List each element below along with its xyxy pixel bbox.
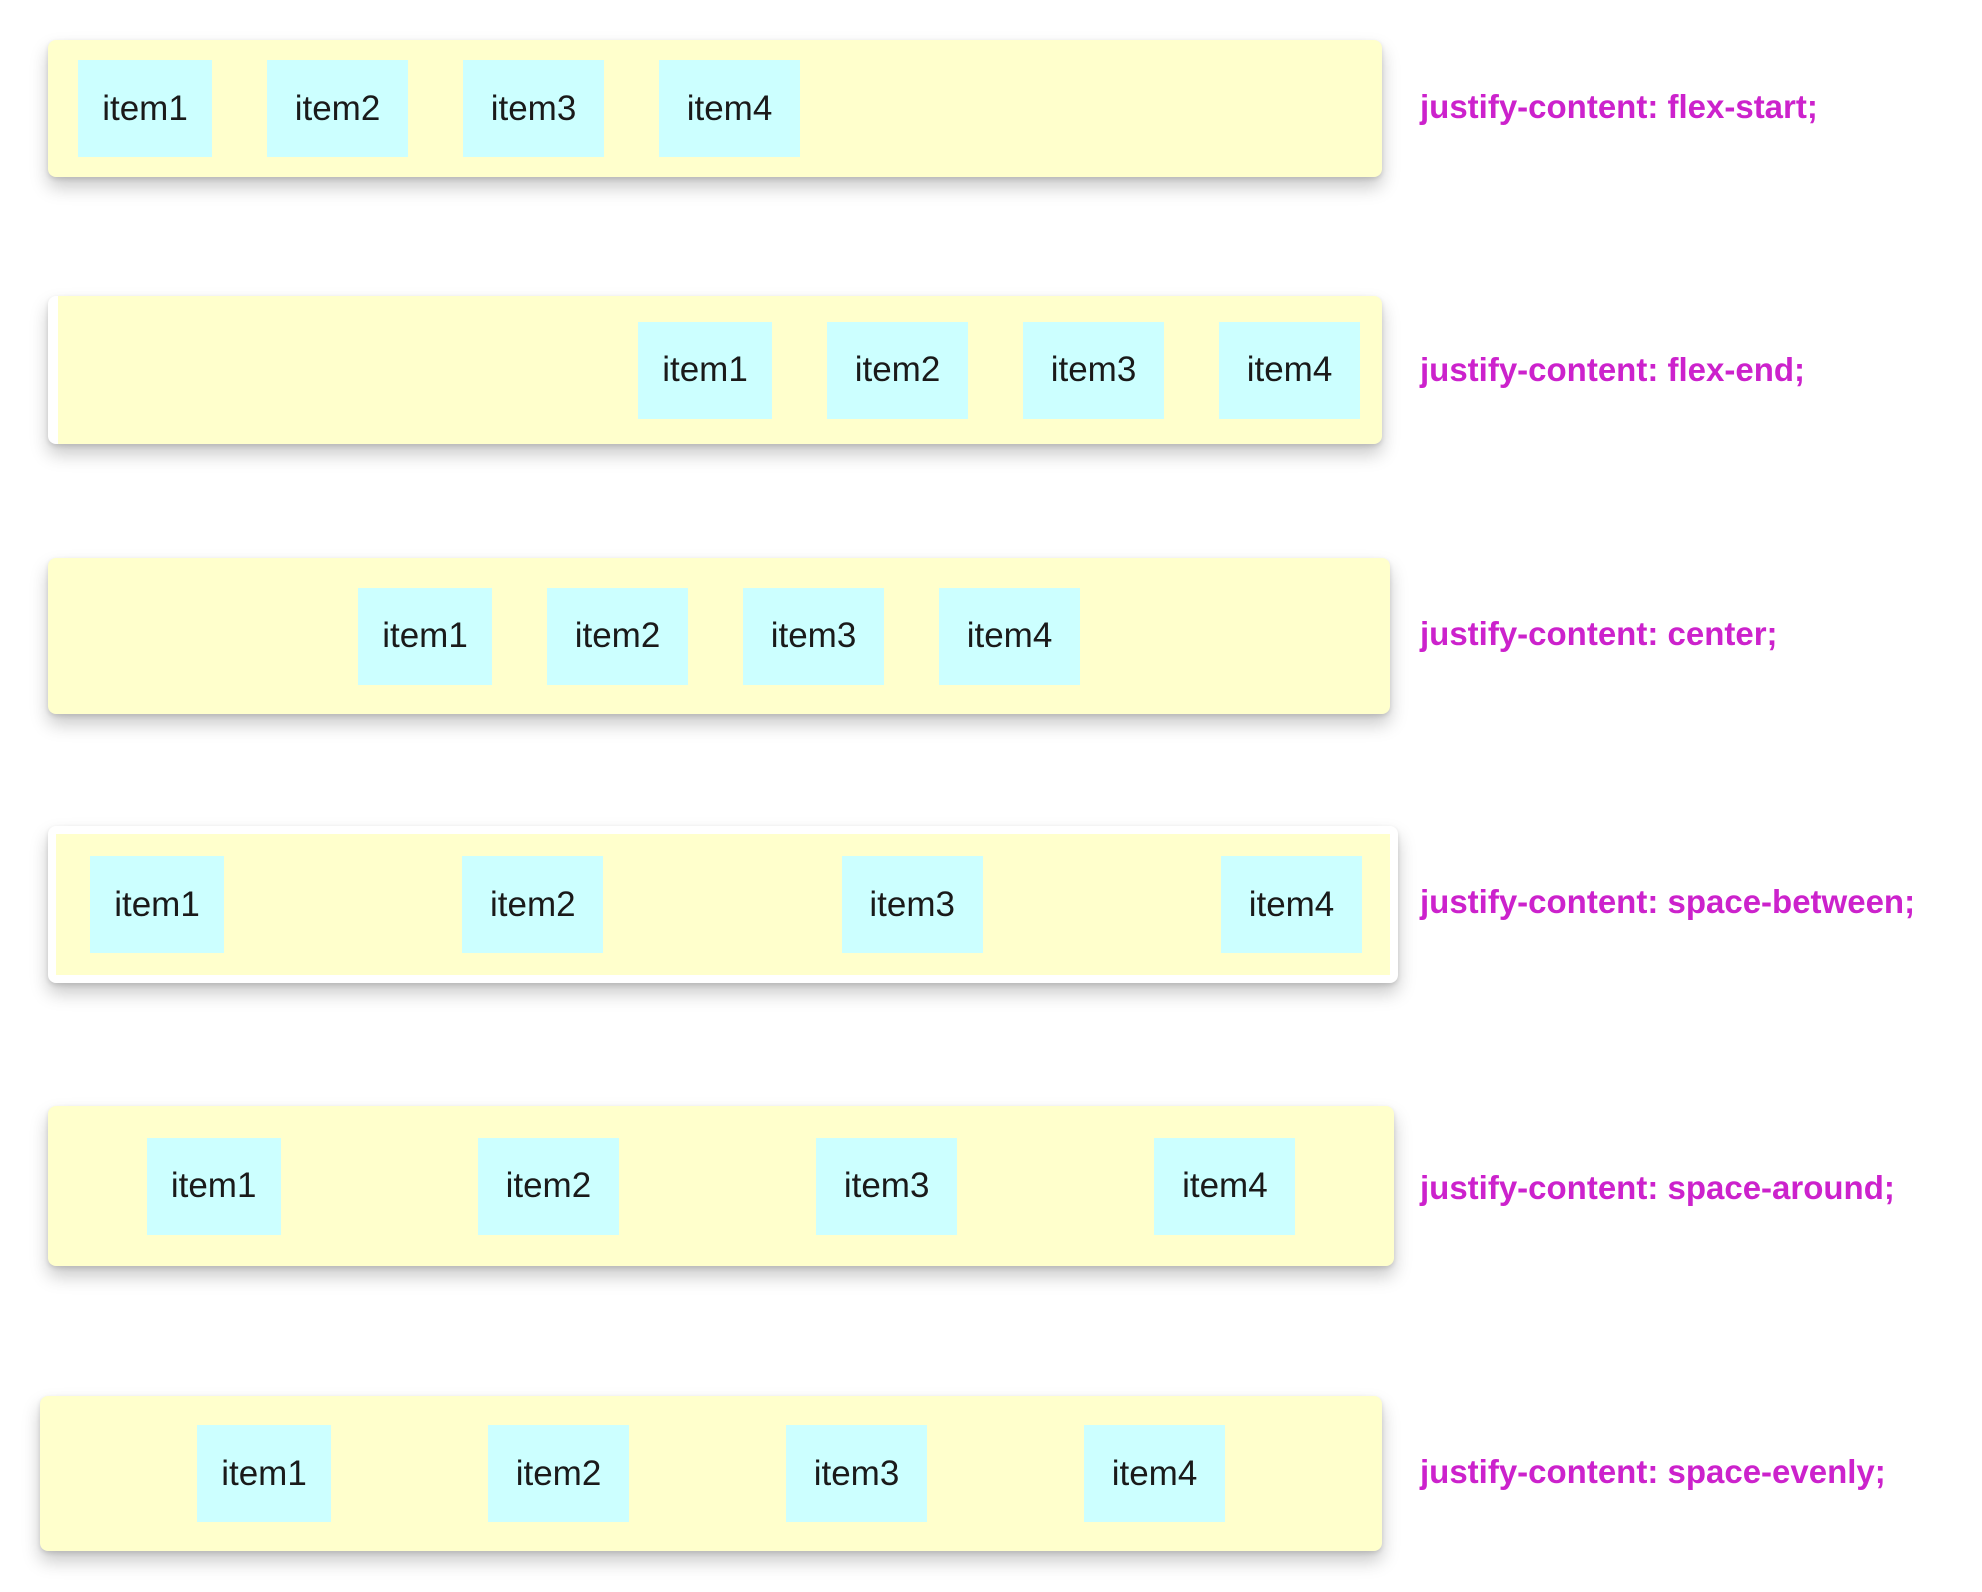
css-label-space-evenly: justify-content: space-evenly;	[1420, 1453, 1886, 1490]
css-label-space-around: justify-content: space-around;	[1420, 1169, 1895, 1206]
flex-item-4: item4	[939, 587, 1080, 685]
css-label-flex-start: justify-content: flex-start;	[1420, 88, 1818, 125]
flex-item-3: item3	[816, 1137, 958, 1235]
flex-item-4: item4	[1154, 1137, 1296, 1235]
flex-item-3: item3	[841, 856, 983, 953]
flex-item-2: item2	[547, 587, 688, 685]
flex-container-flex-end: item1 item2 item3 item4	[48, 296, 1382, 444]
flex-container-space-between: item1 item2 item3 item4	[48, 826, 1398, 983]
flex-item-1: item1	[90, 856, 224, 953]
flex-item-1: item1	[358, 587, 492, 685]
flex-item-4: item4	[1220, 856, 1362, 953]
flex-container-space-evenly: item1 item2 item3 item4	[40, 1396, 1382, 1551]
css-label-center: justify-content: center;	[1420, 615, 1778, 652]
flex-item-3: item3	[1023, 321, 1164, 419]
flex-item-1: item1	[146, 1137, 281, 1235]
flex-item-4: item4	[1219, 321, 1360, 419]
flex-item-1: item1	[78, 60, 212, 157]
flex-item-1: item1	[638, 321, 772, 419]
flex-item-2: item2	[477, 1137, 619, 1235]
flex-item-3: item3	[743, 587, 884, 685]
flex-item-3: item3	[786, 1425, 927, 1522]
flex-item-2: item2	[267, 60, 408, 157]
flex-item-2: item2	[827, 321, 968, 419]
flex-container-center: item1 item2 item3 item4	[48, 558, 1390, 714]
flex-item-2: item2	[488, 1425, 629, 1522]
flex-item-4: item4	[1084, 1425, 1225, 1522]
flex-container-space-around: item1 item2 item3 item4	[48, 1106, 1394, 1266]
flex-item-1: item1	[197, 1425, 331, 1522]
flex-item-3: item3	[463, 60, 604, 157]
css-label-space-between: justify-content: space-between;	[1420, 883, 1916, 920]
css-label-flex-end: justify-content: flex-end;	[1420, 351, 1805, 388]
flex-container-flex-start: item1 item2 item3 item4	[48, 40, 1382, 177]
flex-item-2: item2	[462, 856, 604, 953]
flex-item-4: item4	[659, 60, 800, 157]
